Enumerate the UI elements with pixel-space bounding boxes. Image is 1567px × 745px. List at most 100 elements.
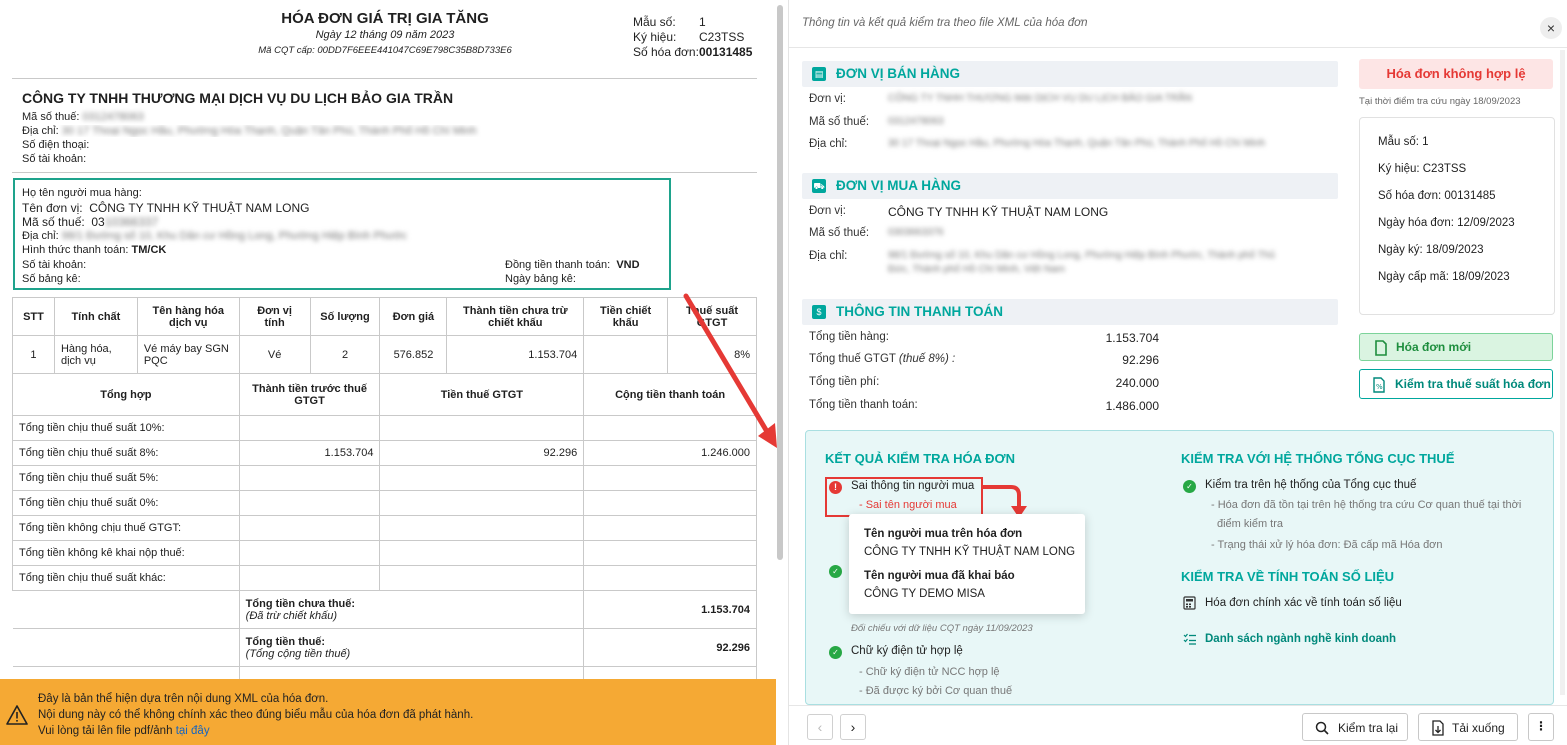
pay-fee-label: Tổng tiền phí:	[809, 376, 880, 388]
cell: Tổng tiền không kê khai nộp thuế:	[12, 540, 240, 566]
check-tax-rate-label: Kiểm tra thuế suất hóa đơn	[1395, 377, 1551, 391]
new-invoice-label: Hóa đơn mới	[1396, 340, 1472, 354]
prev-button[interactable]: ‹	[807, 714, 833, 740]
cell: Tổng tiền không chịu thuế GTGT:	[12, 515, 240, 541]
invoice-items-table: STT Tính chất Tên hàng hóa dịch vụ Đơn v…	[12, 297, 757, 705]
seller-tax-value: 0312478063	[888, 116, 944, 127]
buyer-unit-row: Tên đơn vị: CÔNG TY TNHH KỸ THUẬT NAM LO…	[22, 201, 310, 215]
buyer-unit-label: Đơn vị:	[809, 205, 846, 217]
next-button[interactable]: ›	[840, 714, 866, 740]
seller-address-label: Địa chỉ:	[809, 138, 848, 150]
seller-phone-label: Số điện thoại:	[22, 139, 90, 151]
meta-invoice-date: Ngày hóa đơn: 12/09/2023	[1378, 217, 1515, 229]
symbol-label: Ký hiệu:	[633, 30, 677, 44]
check-icon: ✓	[829, 565, 842, 578]
col-type: Tính chất	[53, 297, 138, 336]
cell: Tổng tiền chịu thuế suất 0%:	[12, 490, 240, 516]
summary-row: Tổng tiền không chịu thuế GTGT:	[12, 515, 757, 541]
invoice-preview: HÓA ĐƠN GIÁ TRỊ GIA TĂNG Ngày 12 tháng 0…	[0, 0, 778, 745]
summary-row: Tổng tiền chịu thuế suất 5%:	[12, 465, 757, 491]
business-list-link[interactable]: Danh sách ngành nghề kinh doanh	[1205, 633, 1396, 645]
declared-name-label: Tên người mua đã khai báo	[864, 570, 1015, 582]
buyer-person-label: Họ tên người mua hàng:	[22, 187, 142, 199]
cell	[379, 565, 585, 591]
chevron-right-icon: ›	[850, 719, 856, 735]
cell: 2	[309, 335, 381, 374]
summary-header-row: Tổng hợp Thành tiền trước thuế GTGT Tiền…	[12, 373, 757, 416]
number-label: Số hóa đơn:	[633, 45, 699, 59]
total-note: (Đã trừ chiết khấu)	[245, 609, 337, 622]
payment-icon: $	[812, 305, 826, 319]
download-button[interactable]: Tải xuống	[1418, 713, 1518, 741]
pay-goods-value: 1.153.704	[1105, 331, 1159, 345]
new-invoice-button[interactable]: Hóa đơn mới	[1359, 333, 1553, 361]
buyer-currency-row: Đồng tiền thanh toán: VND	[505, 259, 640, 271]
document-icon	[1375, 340, 1387, 356]
system-sub-2: - Trạng thái xử lý hóa đơn: Đã cấp mã Hó…	[1211, 539, 1443, 551]
pay-goods-label: Tổng tiền hàng:	[809, 331, 889, 343]
buyer-address-label: Địa chỉ:	[809, 250, 848, 262]
summary-body: Tổng tiền chịu thuế suất 10%: Tổng tiền c…	[12, 415, 757, 591]
cell	[238, 415, 381, 441]
cell: Hàng hóa, dịch vụ	[53, 335, 138, 374]
download-label: Tải xuống	[1452, 721, 1505, 735]
buyer-payment-row: Hình thức thanh toán: TM/CK	[22, 244, 167, 256]
summary-row: Tổng tiền chịu thuế suất 0%:	[12, 490, 757, 516]
buyer-name-tooltip: Tên người mua trên hóa đơn CÔNG TY TNHH …	[849, 514, 1085, 614]
cell: 1	[12, 335, 55, 374]
meta-symbol: Ký hiệu: C23TSS	[1378, 163, 1467, 175]
download-icon	[1432, 720, 1444, 736]
cell	[379, 415, 585, 441]
recheck-button[interactable]: Kiểm tra lại	[1302, 713, 1408, 741]
panel-scrollbar-track[interactable]	[1560, 50, 1565, 695]
check-icon: ✓	[1183, 480, 1196, 493]
seller-tax-row: Mã số thuế: 0312478063	[22, 111, 144, 123]
summary-col-pre-tax: Thành tiền trước thuế GTGT	[238, 373, 381, 416]
meta-sign-date: Ngày ký: 18/09/2023	[1378, 244, 1484, 256]
total-label: Tổng tiền chưa thuế: (Đã trừ chiết khấu)	[238, 590, 585, 629]
payment-section-header: $ THÔNG TIN THANH TOÁN	[802, 299, 1338, 325]
percent-doc-icon: %	[1373, 377, 1385, 393]
cell	[583, 490, 757, 516]
check-icon: ✓	[829, 646, 842, 659]
pay-fee-value: 240.000	[1115, 376, 1159, 390]
calc-heading: KIỂM TRA VỀ TÍNH TOÁN SỐ LIỆU	[1181, 569, 1395, 584]
seller-unit-value: CÔNG TY TNHH THƯƠNG MẠI DỊCH VỤ DU LỊCH …	[888, 93, 1193, 104]
panel-header: Thông tin và kết quả kiểm tra theo file …	[789, 0, 1567, 48]
more-options-button[interactable]: ⋮	[1528, 713, 1554, 741]
panel-title: Thông tin và kết quả kiểm tra theo file …	[802, 17, 1088, 29]
upload-link[interactable]: tại đây	[176, 725, 210, 737]
warning-icon	[6, 705, 28, 725]
cell: 1.153.704	[238, 440, 381, 466]
close-icon: ×	[1546, 20, 1556, 36]
close-button[interactable]: ×	[1540, 17, 1562, 39]
summary-col-group: Tổng hợp	[12, 373, 240, 416]
total-row: Tổng tiền chưa thuế: (Đã trừ chiết khấu) 1…	[12, 590, 757, 629]
summary-row: Tổng tiền chịu thuế suất 8%: 1.153.704 92.…	[12, 440, 757, 466]
cell	[238, 540, 381, 566]
invoice-scrollbar[interactable]	[777, 5, 783, 560]
total-label: Tổng tiền thuế: (Tổng cộng tiền thuế)	[238, 628, 585, 667]
seller-address-value: 30 17 Thoại Ngọc Hầu, Phường Hòa Thạnh, …	[888, 138, 1266, 149]
seller-account-label: Số tài khoản:	[22, 153, 87, 165]
buyer-account-label: Số tài khoản:	[22, 259, 87, 271]
summary-row: Tổng tiền chịu thuế suất khác:	[12, 565, 757, 591]
invoice-cqt-code: Mã CQT cấp: 00DD7F6EEE441047C69E798C35B8…	[258, 45, 512, 56]
result-heading: KẾT QUẢ KIỂM TRA HÓA ĐƠN	[825, 451, 1015, 466]
buyer-address-value-1: 98/1 Đường số 10, Khu Dân cư Hồng Long, …	[888, 250, 1275, 261]
check-tax-rate-button[interactable]: % Kiểm tra thuế suất hóa đơn	[1359, 369, 1553, 399]
seller-section-title: ĐƠN VỊ BÁN HÀNG	[836, 66, 961, 81]
col-discount: Tiền chiết khấu	[583, 297, 669, 336]
cell: Vé máy bay SGN PQC	[136, 335, 240, 374]
signature-sub-2: - Đã được ký bởi Cơ quan thuế	[859, 685, 1013, 697]
cell	[379, 540, 585, 566]
buyer-info-error[interactable]: Sai thông tin người mua	[851, 480, 974, 492]
seller-name: CÔNG TY TNHH THƯƠNG MẠI DỊCH VỤ DU LỊCH …	[22, 90, 454, 106]
invoice-name-value: CÔNG TY TNHH KỸ THUẬT NAM LONG	[864, 546, 1076, 558]
red-annotation-arrow	[683, 293, 777, 448]
cell: Tổng tiền chịu thuế suất 5%:	[12, 465, 240, 491]
cart-icon: ⛟	[812, 179, 826, 193]
signature-valid: Chữ ký điện tử hợp lệ	[851, 645, 963, 657]
svg-text:%: %	[1376, 383, 1383, 391]
status-note: Tại thời điểm tra cứu ngày 18/09/2023	[1359, 96, 1521, 107]
